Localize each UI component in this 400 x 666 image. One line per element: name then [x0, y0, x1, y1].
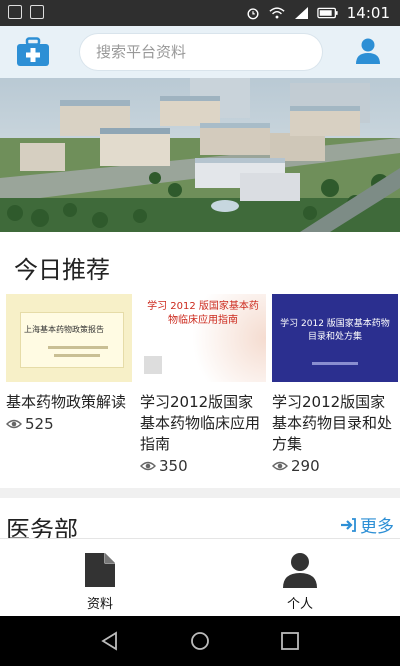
view-count: 525 — [25, 415, 54, 433]
notification-icons — [8, 5, 44, 19]
hospital-aerial-illustration — [0, 78, 400, 232]
medical-kit-icon[interactable] — [16, 37, 50, 67]
card-title: 基本药物政策解读 — [6, 393, 127, 411]
user-icon[interactable] — [354, 37, 382, 65]
clock: 14:01 — [346, 4, 390, 22]
card-thumbnail: 上海基本药物政策报告 — [6, 294, 132, 382]
wifi-icon — [269, 7, 285, 19]
alarm-icon — [247, 8, 259, 20]
status-bar: 14:01 — [0, 0, 400, 26]
more-label: 更多 — [360, 517, 394, 537]
tab-documents[interactable]: 资料 — [60, 551, 140, 612]
document-icon — [85, 553, 115, 587]
bottom-tab-bar: 资料 个人 — [0, 538, 400, 616]
card-title: 学习2012版国家基本药物临床应用指南 — [140, 393, 261, 453]
card-thumbnail: 学习 2012 版国家基本药物目录和处方集 — [272, 294, 398, 382]
department-section-header: 医务部 更多 — [0, 498, 400, 538]
signal-icon — [294, 7, 308, 19]
thumb-caption: 学习 2012 版国家基本药物临床应用指南 — [147, 301, 259, 326]
system-indicators: 14:01 — [245, 4, 390, 22]
thumb-caption: 学习 2012 版国家基本药物目录和处方集 — [280, 319, 390, 342]
system-navigation-bar — [0, 616, 400, 666]
home-circle-icon[interactable] — [190, 631, 210, 651]
image-notification-icon — [8, 5, 22, 19]
more-link[interactable]: 更多 — [340, 512, 394, 537]
back-triangle-icon[interactable] — [100, 631, 120, 651]
recent-apps-square-icon[interactable] — [280, 631, 300, 651]
recommend-card-list: 上海基本药物政策报告 基本药物政策解读 525 学习 2012 版国家基本药物临… — [0, 294, 400, 480]
recommend-card[interactable]: 学习 2012 版国家基本药物目录和处方集 学习2012版国家基本药物目录和处方… — [272, 294, 398, 475]
person-icon — [283, 553, 317, 588]
eye-icon — [6, 419, 22, 429]
view-count: 290 — [291, 457, 320, 475]
thumb-caption: 上海基本药物政策报告 — [24, 325, 104, 334]
search-input[interactable]: 搜索平台资料 — [80, 34, 322, 70]
tab-label: 资料 — [86, 597, 113, 612]
recommend-card[interactable]: 上海基本药物政策报告 基本药物政策解读 525 — [6, 294, 132, 433]
department-title: 医务部 — [6, 516, 78, 538]
tab-label: 个人 — [286, 597, 313, 612]
section-divider — [0, 488, 400, 498]
eye-icon — [140, 461, 156, 471]
view-count: 350 — [159, 457, 188, 475]
tab-profile[interactable]: 个人 — [260, 551, 340, 612]
enter-arrow-icon — [341, 517, 356, 532]
app-header: 搜索平台资料 — [0, 26, 400, 78]
battery-icon — [317, 7, 338, 19]
today-recommend-title: 今日推荐 — [14, 256, 110, 284]
card-thumbnail: 学习 2012 版国家基本药物临床应用指南 — [140, 294, 266, 382]
card-views: 290 — [272, 457, 398, 475]
sim-notification-icon — [30, 5, 44, 19]
hospital-banner-image[interactable] — [0, 78, 400, 232]
recommend-card[interactable]: 学习 2012 版国家基本药物临床应用指南 学习2012版国家基本药物临床应用指… — [140, 294, 266, 475]
eye-icon — [272, 461, 288, 471]
card-views: 350 — [140, 457, 266, 475]
card-views: 525 — [6, 415, 132, 433]
card-title: 学习2012版国家基本药物目录和处方集 — [272, 393, 393, 453]
